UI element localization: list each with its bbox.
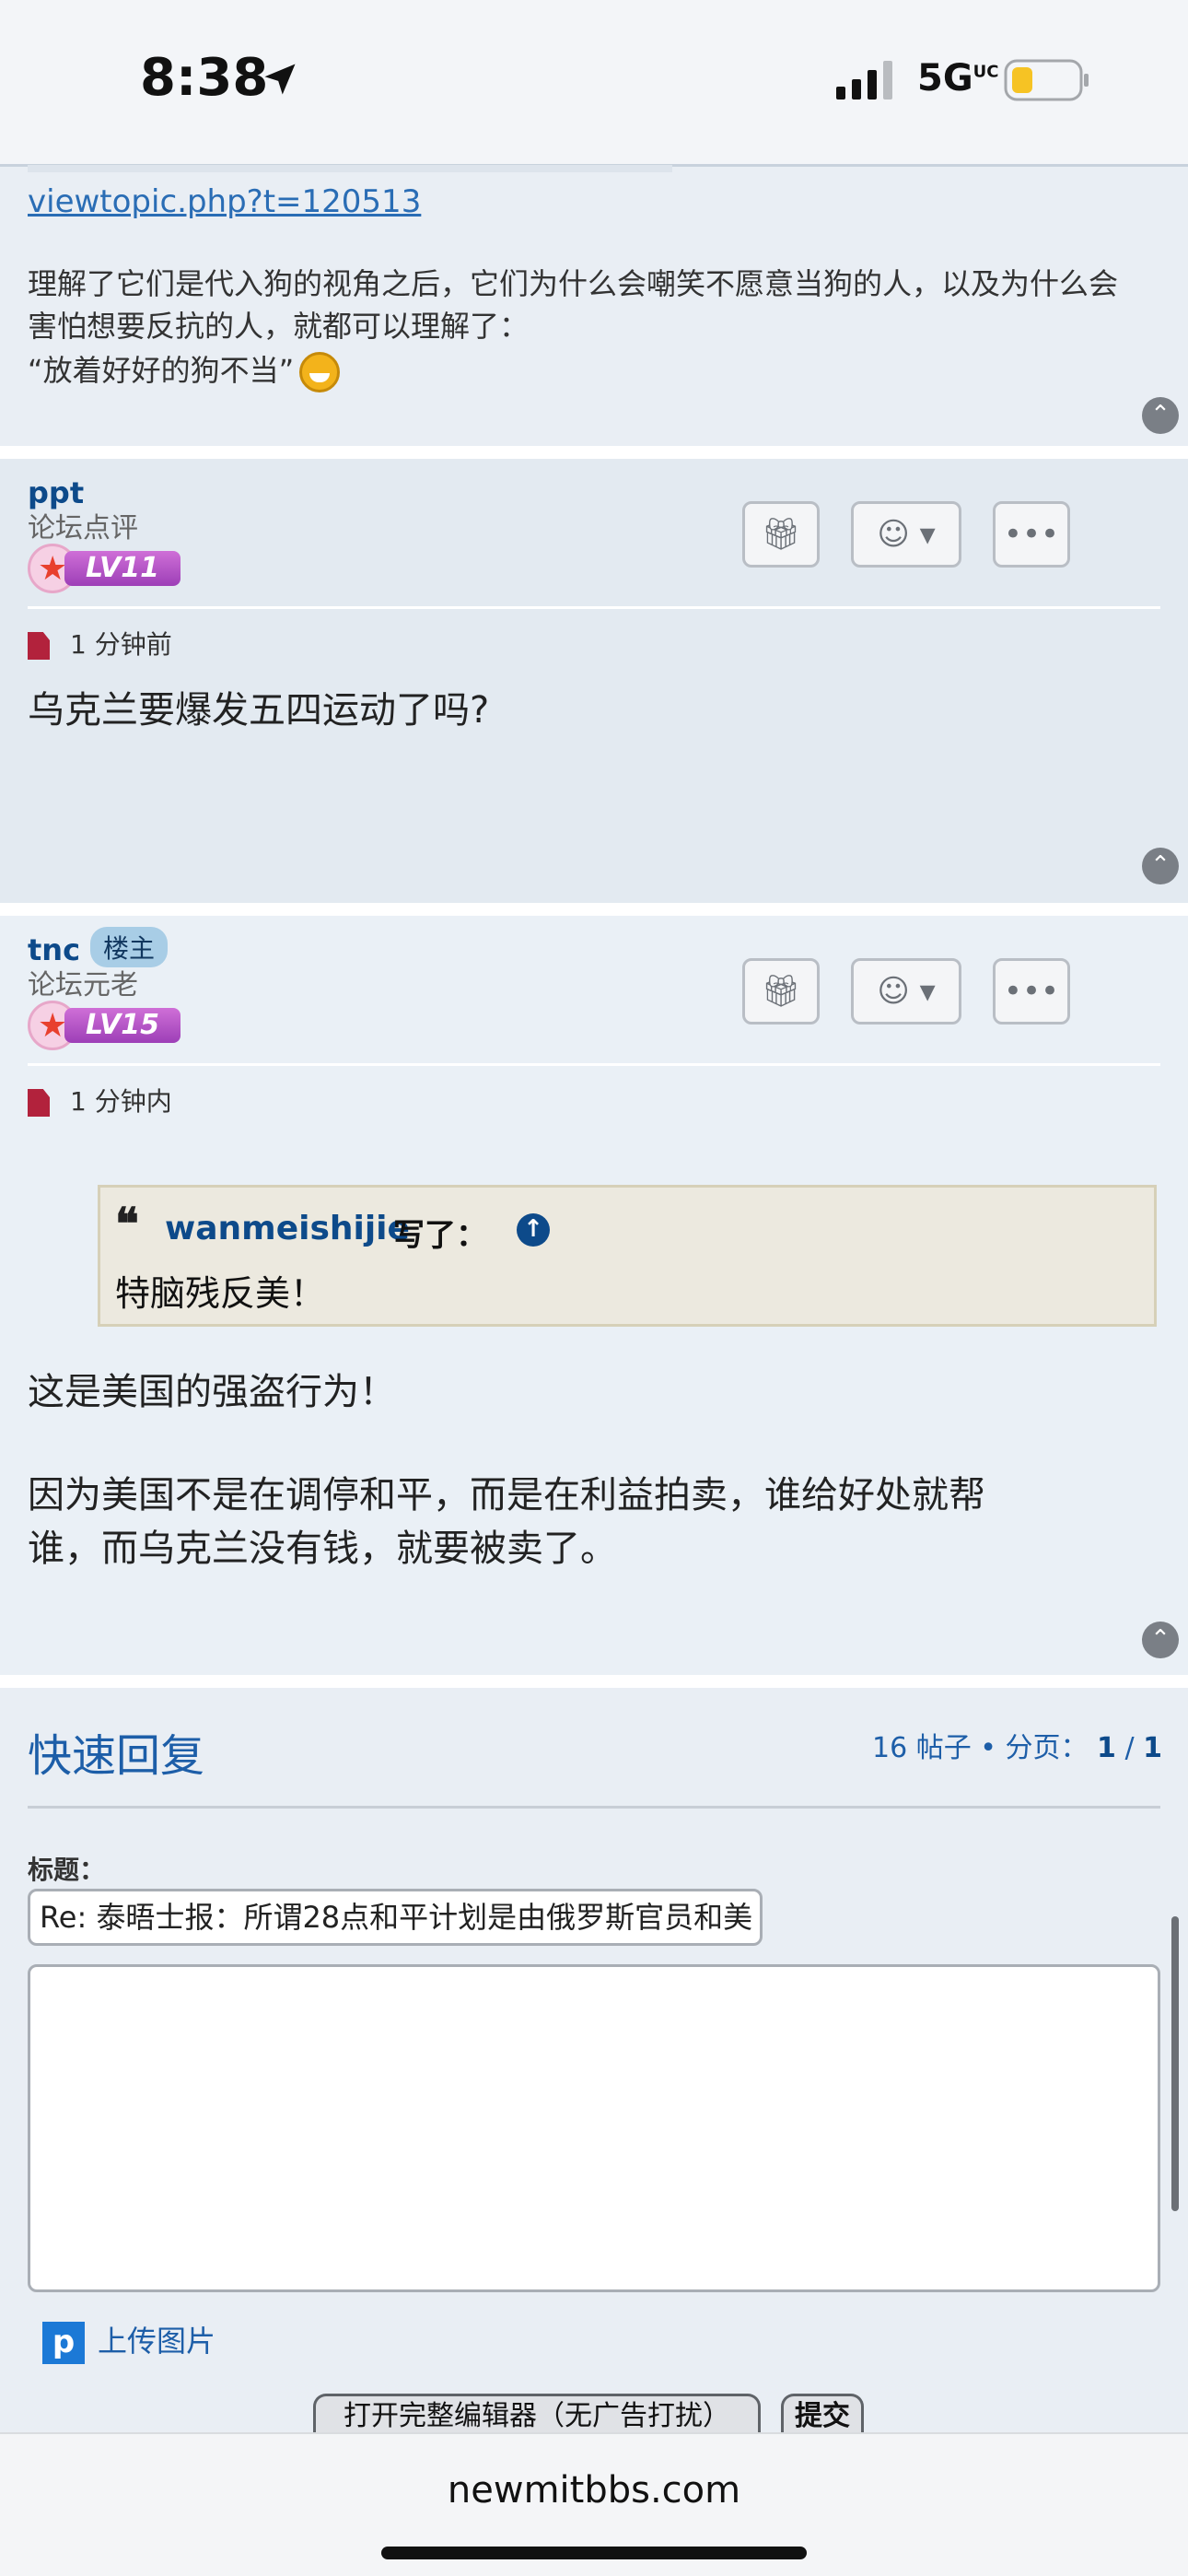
- more-options-button[interactable]: •••: [993, 501, 1070, 568]
- gift-button[interactable]: 🎁︎: [742, 958, 820, 1025]
- quote-block: ❝ wanmeishijie 写了： ↑ 特脑残反美！: [98, 1185, 1157, 1327]
- jump-to-quote-icon[interactable]: ↑: [517, 1213, 550, 1247]
- post-text-line: 理解了它们是代入狗的视角之后，它们为什么会嘲笑不愿意当狗的人，以及为什么会: [28, 266, 1119, 301]
- ellipsis-icon: •••: [1003, 973, 1060, 1010]
- post-count: 16 帖子: [872, 1732, 972, 1764]
- cellular-signal-icon: [836, 61, 892, 100]
- divider: [28, 1063, 1160, 1066]
- status-bar: 8:38 5GUC: [0, 0, 1188, 164]
- divider: [28, 606, 1160, 609]
- level-badge: ★ LV15: [28, 1001, 181, 1050]
- back-to-top-icon[interactable]: ⌃: [1142, 848, 1179, 884]
- more-options-button[interactable]: •••: [993, 958, 1070, 1025]
- reaction-button[interactable]: ☺ ▾: [851, 958, 961, 1025]
- post-body-line: 这是美国的强盗行为！: [28, 1371, 396, 1413]
- post-body-line: 因为美国不是在调停和平，而是在利益拍卖，谁给好处就帮: [28, 1474, 985, 1516]
- back-to-top-icon[interactable]: ⌃: [1142, 397, 1179, 434]
- subject-label: 标题：: [28, 1855, 106, 1885]
- clipped-text-line: [28, 165, 672, 172]
- page-current[interactable]: 1: [1097, 1732, 1116, 1764]
- home-indicator: [381, 2547, 807, 2559]
- user-rank: 论坛点评: [28, 512, 138, 544]
- topic-link[interactable]: viewtopic.php?t=120513: [28, 183, 421, 220]
- upload-image-button[interactable]: p 上传图片: [42, 2318, 215, 2364]
- quote-text: 特脑残反美！: [115, 1273, 326, 1314]
- quote-wrote-label: 写了：: [393, 1217, 487, 1254]
- smiley-dropdown-icon: ☺ ▾: [877, 516, 936, 553]
- level-label: LV11: [64, 551, 181, 586]
- quote-author[interactable]: wanmeishijie: [165, 1210, 410, 1247]
- upload-image-icon: p: [42, 2322, 85, 2364]
- page-label: 分页：: [1005, 1732, 1089, 1764]
- ellipsis-icon: •••: [1003, 516, 1060, 553]
- level-label: LV15: [64, 1008, 181, 1043]
- scrollbar[interactable]: [1171, 1916, 1179, 2211]
- battery-icon: [1004, 59, 1089, 101]
- quote-icon: ❝: [115, 1199, 139, 1250]
- post-tail: viewtopic.php?t=120513 理解了它们是代入狗的视角之后，它们…: [0, 164, 1188, 446]
- post-body: 乌克兰要爆发五四运动了吗?: [28, 689, 490, 732]
- post-time: 1 分钟内: [28, 1082, 172, 1118]
- post-file-icon: [28, 1089, 50, 1117]
- url-text[interactable]: newmitbbs.com: [0, 2469, 1188, 2512]
- pagination: 16 帖子 • 分页： 1 / 1: [872, 1732, 1162, 1764]
- subject-input[interactable]: Re: 泰晤士报：所谓28点和平计划是由俄罗斯官员和美: [28, 1889, 763, 1946]
- post-text-quote-line: “放着好好的狗不当”: [28, 349, 341, 392]
- page-separator: /: [1124, 1732, 1135, 1764]
- user-rank: 论坛元老: [28, 969, 138, 1001]
- page-total[interactable]: 1: [1143, 1732, 1162, 1764]
- post-text-line: 害怕想要反抗的人，就都可以理解了：: [28, 309, 530, 344]
- gift-icon: 🎁︎: [761, 973, 801, 1010]
- back-to-top-icon[interactable]: ⌃: [1142, 1622, 1179, 1658]
- post-file-icon: [28, 632, 50, 660]
- post-tnc: tnc 楼主 论坛元老 ★ LV15 🎁︎ ☺ ▾ ••• 1 分钟内 ❝ wa…: [0, 916, 1188, 1675]
- level-badge: ★ LV11: [28, 544, 181, 593]
- post-ppt: ppt 论坛点评 ★ LV11 🎁︎ ☺ ▾ ••• 1 分钟前 乌克兰要爆发五…: [0, 459, 1188, 903]
- smiley-dropdown-icon: ☺ ▾: [877, 973, 936, 1010]
- post-body-line: 谁，而乌克兰没有钱，就要被卖了。: [28, 1528, 617, 1570]
- post-time: 1 分钟前: [28, 625, 172, 662]
- clock: 8:38: [140, 48, 269, 108]
- gift-button[interactable]: 🎁︎: [742, 501, 820, 568]
- location-arrow-icon: [264, 64, 296, 95]
- gift-icon: 🎁︎: [761, 516, 801, 553]
- quick-reply-title: 快速回复: [28, 1730, 205, 1782]
- browser-address-bar[interactable]: newmitbbs.com: [0, 2432, 1188, 2576]
- quick-reply-panel: 快速回复 16 帖子 • 分页： 1 / 1 标题： Re: 泰晤士报：所谓28…: [0, 1688, 1188, 2434]
- network-type: 5GUC: [917, 57, 999, 100]
- message-textarea[interactable]: [28, 1964, 1160, 2292]
- reaction-button[interactable]: ☺ ▾: [851, 501, 961, 568]
- grinning-emoji-icon: [299, 352, 341, 392]
- divider: [28, 1806, 1160, 1809]
